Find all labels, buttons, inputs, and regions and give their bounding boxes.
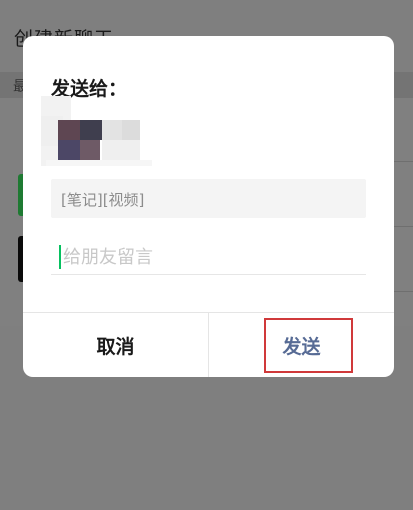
share-dialog: 发送给： [笔记][视频] 取消 发送 [23, 36, 394, 377]
shared-content-preview: [笔记][视频] [51, 179, 366, 218]
shared-content-label: [笔记][视频] [61, 191, 145, 209]
blurred-avatar-icon[interactable] [41, 96, 152, 166]
message-input[interactable] [63, 243, 353, 271]
message-field[interactable] [51, 239, 366, 275]
text-caret [59, 245, 61, 269]
cancel-button[interactable]: 取消 [23, 313, 209, 377]
send-button-annotation-box [264, 318, 353, 373]
